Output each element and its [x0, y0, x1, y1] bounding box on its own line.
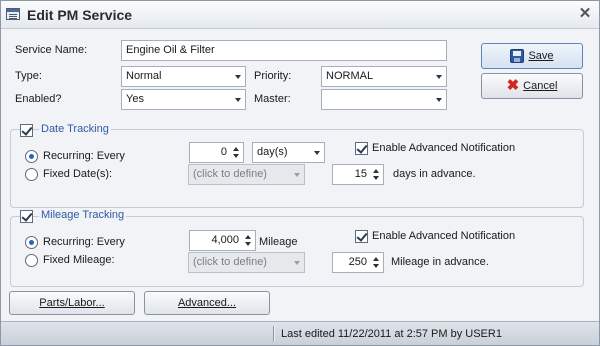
enabled-select[interactable]: Yes [121, 89, 246, 110]
date-unit-select[interactable]: day(s) [252, 142, 325, 163]
mileage-advance-stepper[interactable]: 250 [332, 252, 384, 273]
status-bar: Last edited 11/22/2011 at 2:57 PM by USE… [1, 321, 599, 345]
spin-up-icon[interactable] [373, 169, 379, 173]
mileage-tracking-title: Mileage Tracking [39, 209, 127, 221]
parts-labor-button[interactable]: Parts/Labor... [9, 291, 135, 315]
service-name-input[interactable]: Engine Oil & Filter [121, 40, 447, 61]
title-bar: Edit PM Service ✕ [1, 1, 599, 29]
save-button[interactable]: Save [481, 43, 583, 69]
status-divider [273, 326, 274, 342]
edit-pm-service-dialog: Edit PM Service ✕ Service Name: Engine O… [0, 0, 600, 346]
spin-down-icon[interactable] [245, 242, 251, 246]
mileage-advance-suffix: Mileage in advance. [391, 256, 489, 268]
mileage-advance-value: 250 [348, 256, 367, 268]
red-x-icon: ✖ [506, 77, 520, 95]
date-notify-checkbox[interactable] [355, 142, 368, 155]
priority-select[interactable]: NORMAL [321, 66, 447, 87]
advanced-button[interactable]: Advanced... [144, 291, 270, 315]
date-recurring-label: Recurring: Every [43, 150, 125, 162]
date-tracking-title: Date Tracking [39, 123, 111, 135]
date-tracking-checkbox[interactable] [20, 124, 33, 137]
service-name-label: Service Name: [15, 44, 88, 56]
date-recurring-value: 0 [220, 146, 227, 158]
priority-select-value: NORMAL [326, 70, 374, 82]
type-select[interactable]: Normal [121, 66, 246, 87]
window-title: Edit PM Service [27, 7, 133, 23]
date-notify-label: Enable Advanced Notification [372, 142, 516, 154]
mileage-fixed-select[interactable]: (click to define) [188, 252, 305, 273]
date-advance-stepper[interactable]: 15 [332, 164, 384, 185]
priority-label: Priority: [254, 70, 292, 82]
type-label: Type: [15, 70, 42, 82]
type-select-value: Normal [126, 70, 162, 82]
master-label: Master: [254, 93, 291, 105]
chevron-down-icon [235, 75, 241, 79]
enabled-label: Enabled? [15, 93, 62, 105]
date-unit-value: day(s) [257, 146, 288, 158]
spin-down-icon[interactable] [233, 154, 239, 158]
chevron-down-icon [314, 151, 320, 155]
mileage-recurring-value: 4,000 [211, 234, 239, 246]
mileage-fixed-value: (click to define) [193, 256, 267, 268]
mileage-notify-checkbox[interactable] [355, 230, 368, 243]
mileage-recurring-suffix: Mileage [259, 236, 298, 248]
cancel-button-label: Cancel [523, 80, 558, 92]
master-select[interactable] [321, 89, 447, 110]
chevron-down-icon [294, 173, 300, 177]
cancel-button[interactable]: ✖ Cancel [481, 73, 583, 99]
last-edited-status: Last edited 11/22/2011 at 2:57 PM by USE… [281, 328, 502, 340]
date-fixed-value: (click to define) [193, 168, 267, 180]
spin-up-icon[interactable] [245, 235, 251, 239]
date-fixed-radio[interactable] [25, 168, 38, 181]
mileage-recurring-stepper[interactable]: 4,000 [189, 230, 256, 251]
date-advance-suffix: days in advance. [393, 168, 476, 180]
date-fixed-label: Fixed Date(s): [43, 168, 113, 180]
mileage-fixed-radio[interactable] [25, 254, 38, 267]
date-fixed-select[interactable]: (click to define) [188, 164, 305, 185]
advanced-label: Advanced... [177, 297, 237, 309]
floppy-disk-icon [510, 49, 525, 64]
chevron-down-icon [436, 98, 442, 102]
chevron-down-icon [235, 98, 241, 102]
mileage-recurring-label: Recurring: Every [43, 236, 125, 248]
parts-labor-label: Parts/Labor... [39, 297, 105, 309]
save-button-label: Save [528, 50, 554, 62]
chevron-down-icon [294, 261, 300, 265]
spin-up-icon[interactable] [373, 257, 379, 261]
date-recurring-stepper[interactable]: 0 [189, 142, 244, 163]
date-recurring-radio[interactable] [25, 150, 38, 163]
mileage-tracking-checkbox[interactable] [20, 210, 33, 223]
mileage-notify-label: Enable Advanced Notification [372, 230, 516, 242]
chevron-down-icon [436, 75, 442, 79]
window-app-icon [6, 8, 20, 20]
mileage-fixed-label: Fixed Mileage: [43, 254, 115, 266]
spin-down-icon[interactable] [373, 264, 379, 268]
date-advance-value: 15 [354, 168, 367, 180]
spin-down-icon[interactable] [373, 176, 379, 180]
close-icon[interactable]: ✕ [577, 5, 593, 23]
enabled-select-value: Yes [126, 93, 144, 105]
spin-up-icon[interactable] [233, 147, 239, 151]
mileage-recurring-radio[interactable] [25, 236, 38, 249]
